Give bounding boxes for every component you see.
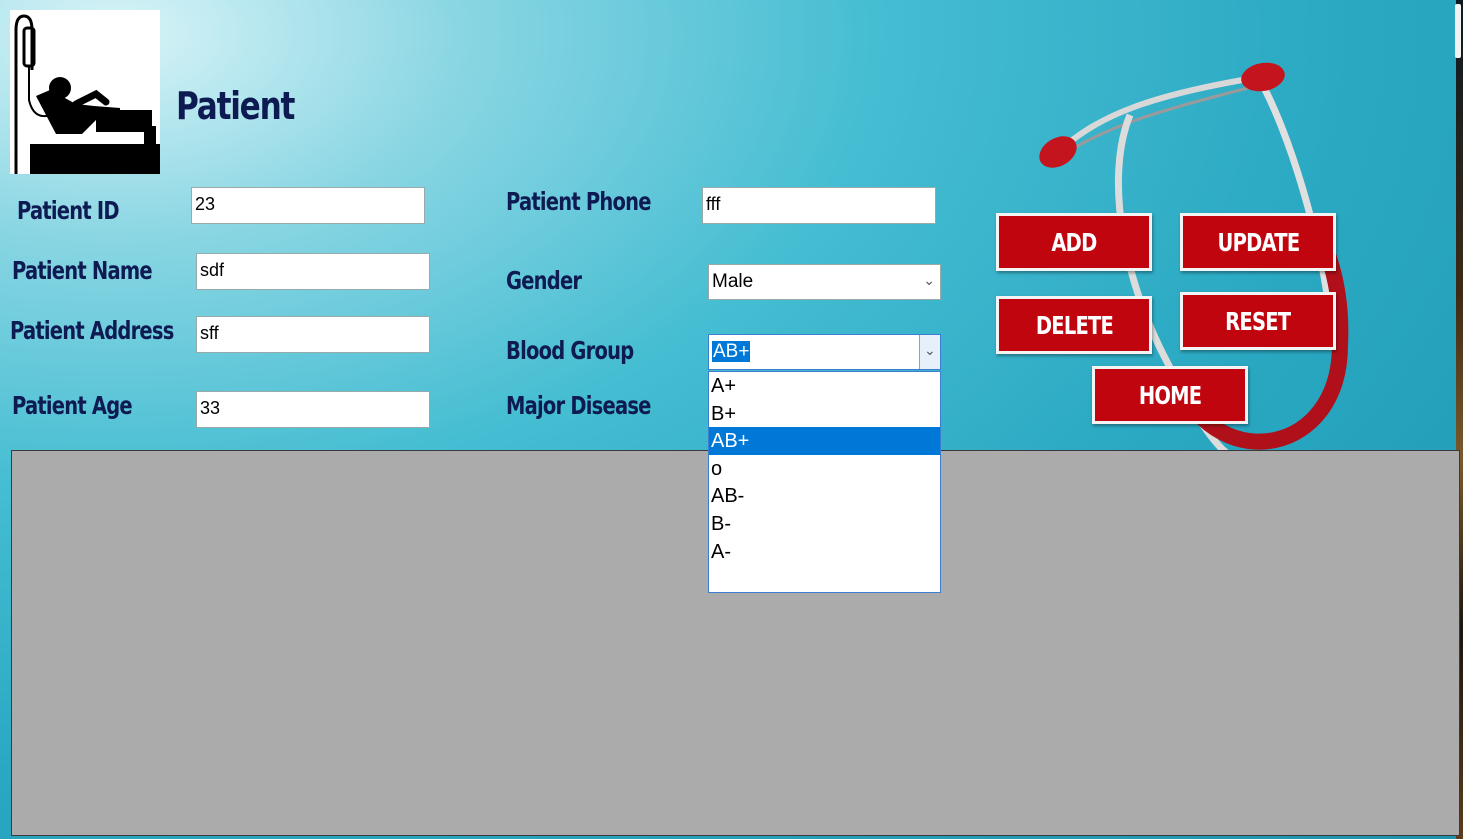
blood-group-option[interactable]: B+	[709, 400, 940, 428]
home-button[interactable]: HOME	[1092, 366, 1248, 424]
blood-group-select[interactable]: AB+ ⌄	[708, 334, 941, 370]
blood-group-label: Blood Group	[506, 336, 634, 365]
blood-group-option[interactable]: o	[709, 455, 940, 483]
patient-name-input[interactable]: sdf	[196, 253, 430, 290]
patient-age-input[interactable]: 33	[196, 391, 430, 428]
patient-phone-label: Patient Phone	[506, 187, 651, 216]
patient-bed-icon	[10, 10, 160, 174]
update-button[interactable]: UPDATE	[1180, 213, 1336, 271]
chevron-down-icon: ⌄	[924, 342, 936, 358]
patient-id-input[interactable]: 23	[191, 187, 425, 224]
patient-address-label: Patient Address	[10, 316, 174, 345]
add-button-label: ADD	[1051, 227, 1097, 257]
reset-button-label: RESET	[1225, 306, 1291, 336]
patient-logo	[10, 10, 160, 174]
update-button-label: UPDATE	[1217, 227, 1300, 257]
major-disease-label: Major Disease	[506, 391, 651, 420]
page-title: Patient	[176, 84, 295, 128]
gender-label: Gender	[506, 266, 582, 295]
blood-group-option[interactable]: A-	[709, 538, 940, 566]
blood-group-options-list[interactable]: A+ B+ AB+ o AB- B- A-	[708, 371, 941, 593]
scrollbar-thumb[interactable]	[1455, 4, 1461, 58]
delete-button[interactable]: DELETE	[996, 296, 1152, 354]
blood-group-option[interactable]: A+	[709, 372, 940, 400]
blood-group-option-selected[interactable]: AB+	[709, 427, 940, 455]
patient-name-label: Patient Name	[12, 256, 153, 285]
blood-group-dropdown-button[interactable]: ⌄	[919, 335, 940, 369]
blood-group-value: AB+	[712, 341, 751, 362]
patient-age-label: Patient Age	[12, 391, 133, 420]
patient-address-input[interactable]: sff	[196, 316, 430, 353]
chevron-down-icon[interactable]: ⌄	[923, 272, 935, 289]
gender-select[interactable]: Male ⌄	[708, 264, 941, 300]
blood-group-option[interactable]: AB-	[709, 482, 940, 510]
reset-button[interactable]: RESET	[1180, 292, 1336, 350]
patient-id-label: Patient ID	[17, 196, 120, 225]
home-button-label: HOME	[1138, 380, 1202, 410]
blood-group-option[interactable]: B-	[709, 510, 940, 538]
delete-button-label: DELETE	[1035, 310, 1113, 340]
gender-value: Male	[712, 271, 754, 292]
patient-phone-input[interactable]: fff	[702, 187, 936, 224]
add-button[interactable]: ADD	[996, 213, 1152, 271]
